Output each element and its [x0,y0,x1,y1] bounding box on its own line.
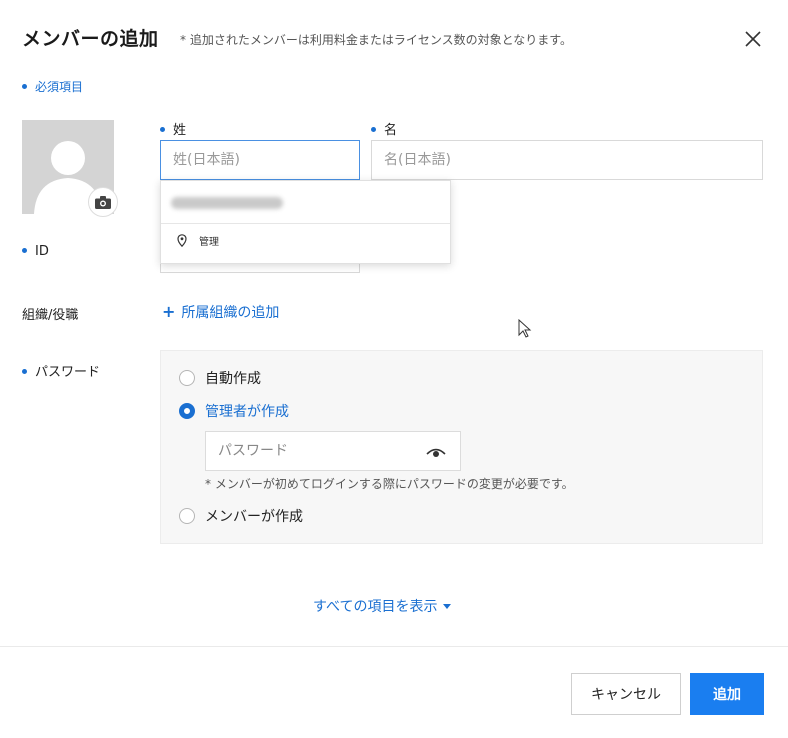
eye-icon[interactable] [426,444,446,460]
caret-down-icon [443,603,452,609]
redacted-text [171,197,283,209]
required-dot [22,84,27,89]
password-label: パスワード [22,361,100,380]
show-all-text: すべての項目を表示 [313,599,438,615]
close-button[interactable] [738,24,768,54]
radio-auto-generate[interactable]: 自動作成 [179,368,261,388]
first-name-input[interactable] [371,140,763,180]
camera-icon [95,195,111,209]
location-pin-icon [177,234,187,247]
password-label-text: パスワード [35,365,101,380]
required-dot [22,369,27,374]
required-dot [160,127,165,132]
billing-note: * 追加されたメンバーは利用料金またはライセンス数の対象となります。 [180,33,573,47]
required-fields-note: 必須項目 [22,78,83,95]
add-org-link[interactable]: + 所属組織の追加 [162,302,279,322]
first-name-label: 名 [371,119,397,138]
password-change-note: * メンバーが初めてログインする際にパスワードの変更が必要です。 [205,477,574,491]
add-member-dialog: メンバーの追加 * 追加されたメンバーは利用料金またはライセンス数の対象となりま… [0,0,788,738]
radio-admin-creates[interactable]: 管理者が作成 [179,401,289,421]
autocomplete-location-item[interactable]: 管理 [177,233,219,248]
autocomplete-suggestion[interactable] [171,191,291,215]
radio-button-checked[interactable] [179,403,195,419]
show-all-fields-link[interactable]: すべての項目を表示 [313,596,452,616]
change-photo-button[interactable] [88,187,118,217]
dropdown-divider [161,223,450,224]
add-button[interactable]: 追加 [690,673,764,715]
id-label: ID [22,244,49,259]
required-dot [22,248,27,253]
close-icon [745,31,761,47]
radio-label: 自動作成 [205,371,261,387]
footer-divider [0,646,788,647]
plus-icon: + [162,302,176,321]
last-name-label: 姓 [160,119,186,138]
required-dot [371,127,376,132]
dialog-title: メンバーの追加 [22,28,159,50]
password-field [205,431,461,471]
last-name-input[interactable] [160,140,360,180]
password-options-panel: 自動作成 管理者が作成 * メンバーが初めてログインする際にパスワードの変更が必… [160,350,763,544]
radio-button[interactable] [179,508,195,524]
autocomplete-dropdown: 管理 [160,180,451,264]
radio-label: メンバーが作成 [205,509,303,525]
password-input[interactable] [206,443,416,459]
radio-label: 管理者が作成 [205,404,289,420]
radio-member-creates[interactable]: メンバーが作成 [179,506,303,526]
cancel-button[interactable]: キャンセル [571,673,681,715]
radio-button[interactable] [179,370,195,386]
last-name-label-text: 姓 [173,123,187,138]
org-label: 組織/役職 [22,308,79,323]
add-org-text: 所属組織の追加 [181,305,280,321]
first-name-label-text: 名 [384,123,398,138]
location-text: 管理 [199,237,219,248]
required-note-text: 必須項目 [35,80,84,94]
mouse-cursor-icon [518,319,532,338]
id-label-text: ID [35,244,49,259]
